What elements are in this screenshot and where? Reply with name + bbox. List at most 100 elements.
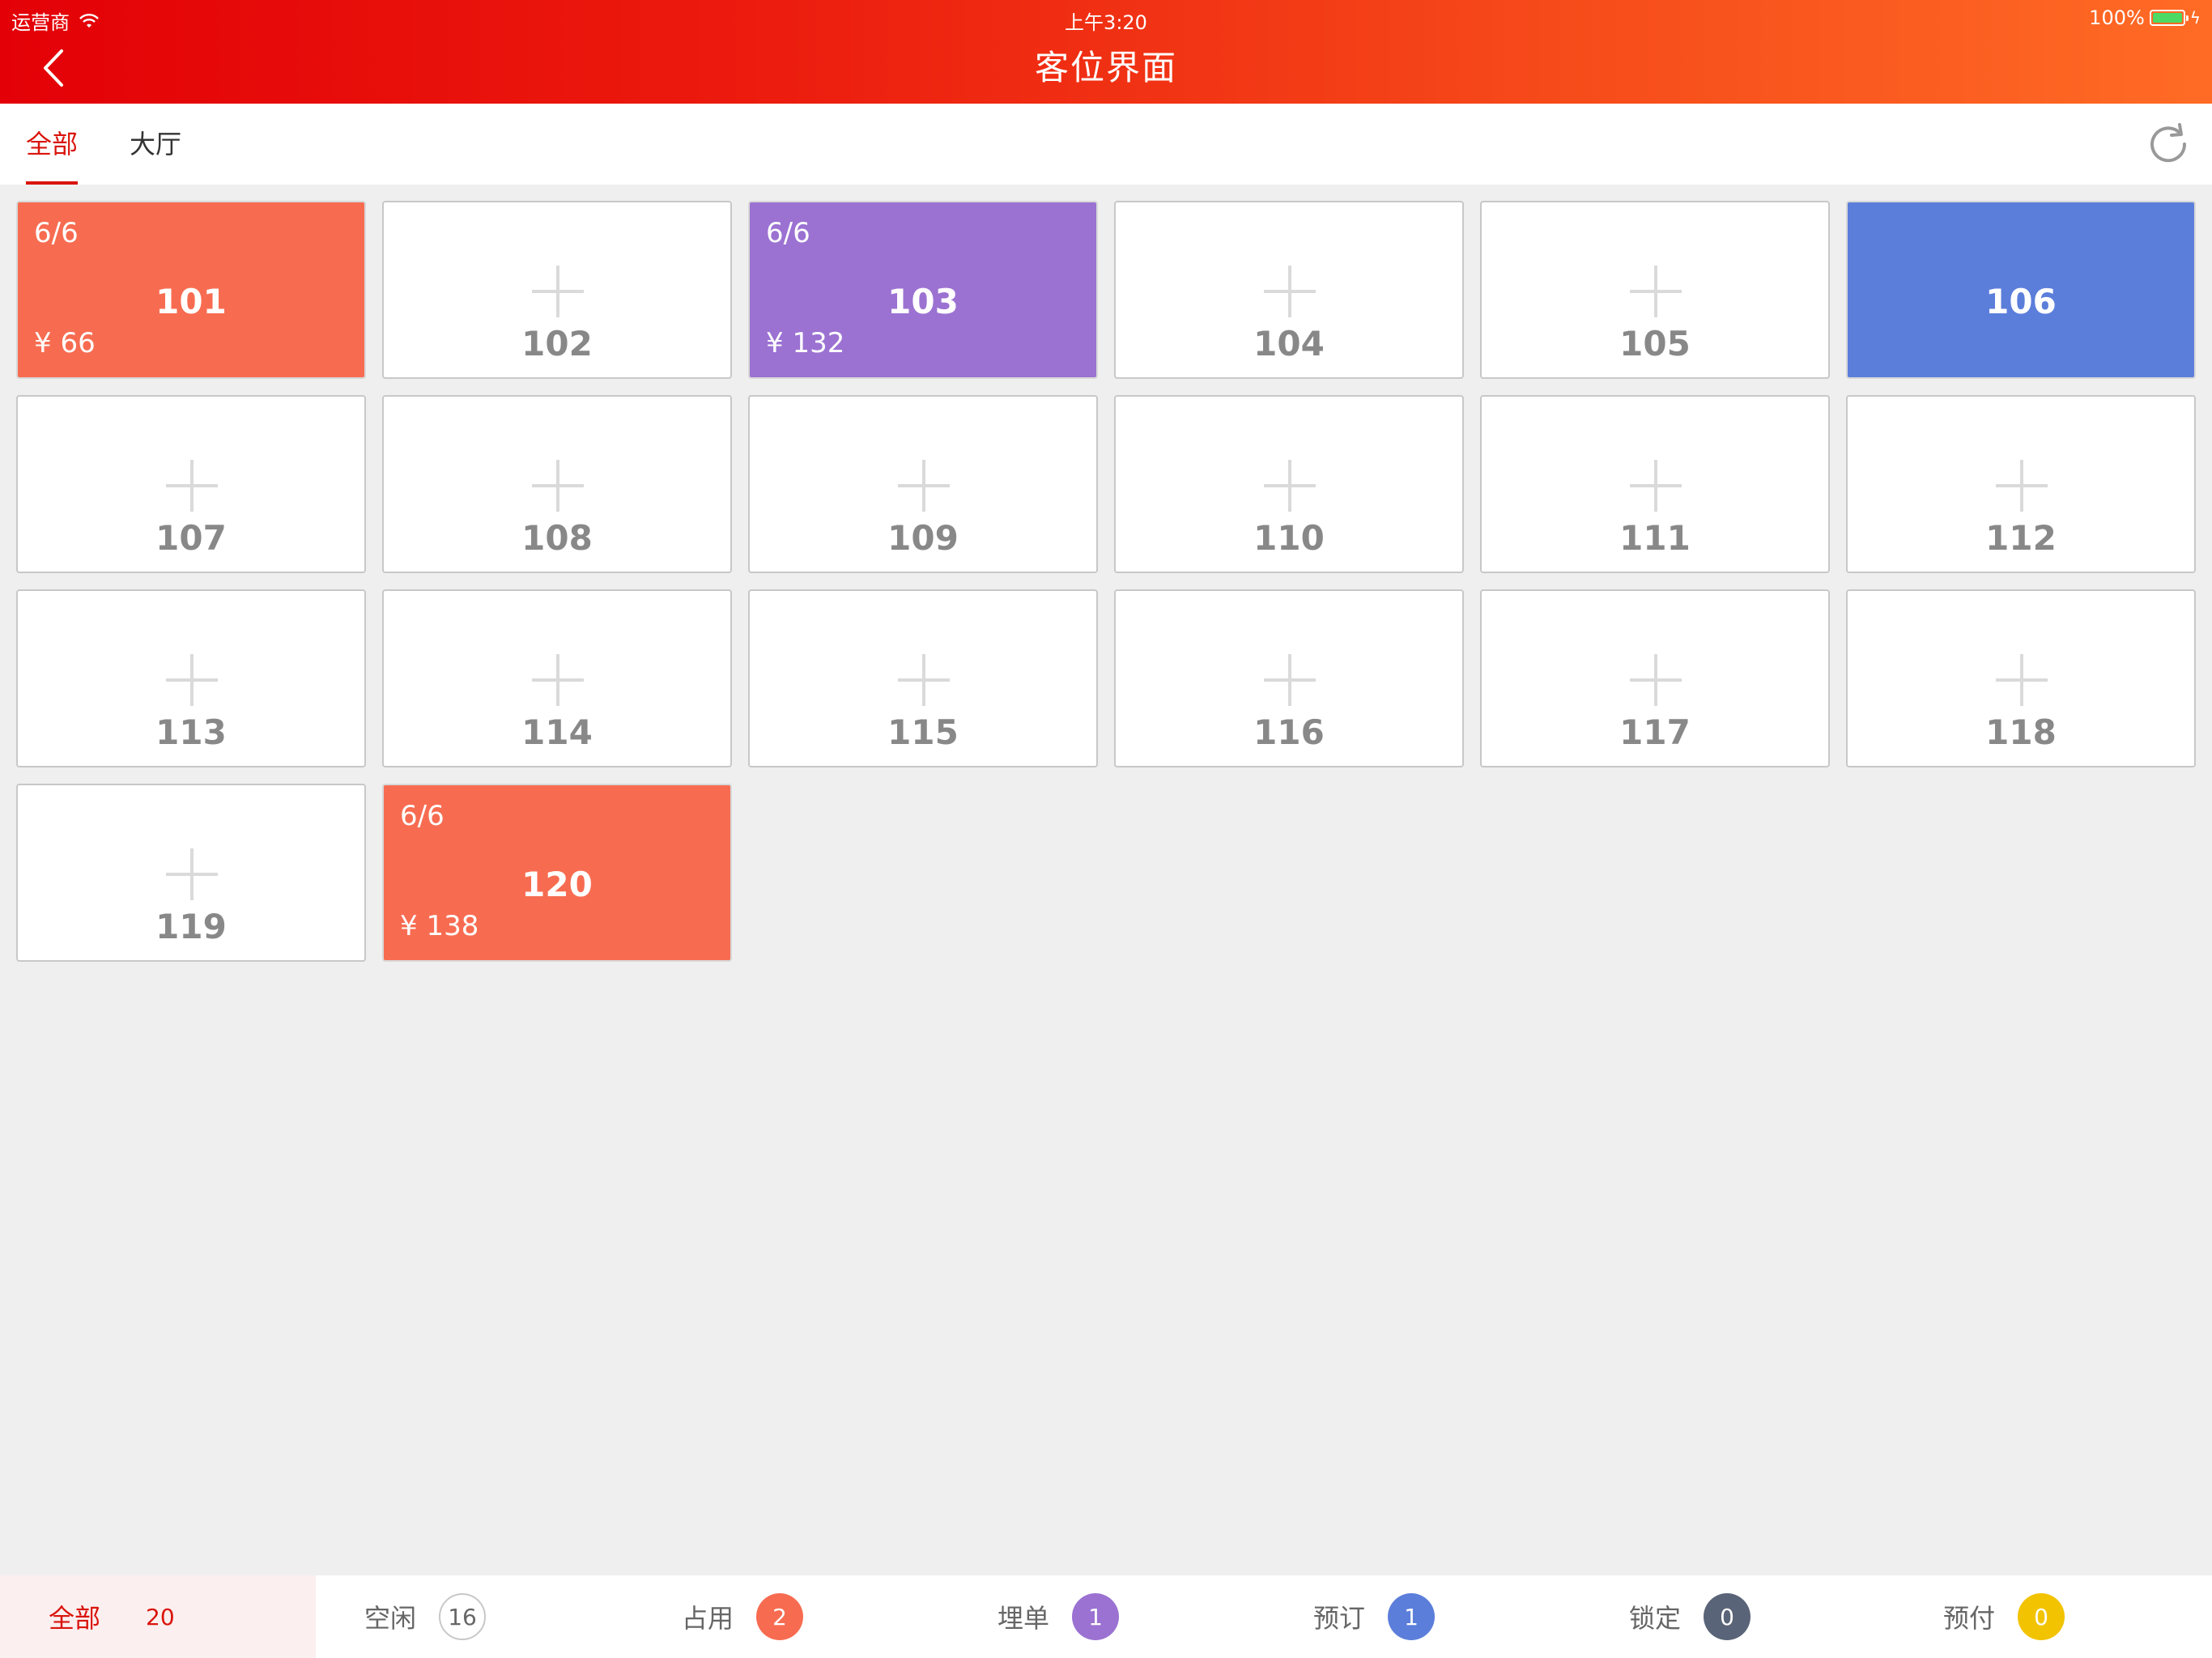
summary-locked[interactable]: 锁定 0 — [1629, 1575, 1751, 1658]
table-number: 109 — [887, 518, 959, 558]
battery-icon — [2149, 10, 2189, 26]
area-tabs: 全部 大厅 — [0, 104, 2212, 185]
plus-icon — [1264, 654, 1316, 706]
table-card-107[interactable]: 107 — [16, 395, 366, 573]
battery-percent: 100% — [2089, 6, 2145, 29]
plus-icon — [166, 460, 218, 512]
plus-icon — [898, 460, 950, 512]
table-card-119[interactable]: 119 — [16, 784, 366, 962]
table-card-118[interactable]: 118 — [1846, 589, 2196, 767]
table-card-120[interactable]: 6/6 120 ¥ 138 — [382, 784, 732, 962]
table-number: 118 — [1985, 712, 2057, 752]
table-amount: ¥ 138 — [400, 910, 479, 942]
guest-count: 6/6 — [34, 217, 79, 249]
plus-icon — [898, 654, 950, 706]
table-number: 115 — [887, 712, 959, 752]
charging-icon: ϟ — [2189, 8, 2201, 28]
table-number: 120 — [521, 865, 593, 904]
header-bar: 运营商 上午3:20 100% ϟ 客位界面 — [0, 0, 2212, 104]
plus-icon — [1264, 266, 1316, 317]
table-number: 114 — [521, 712, 593, 752]
count-badge: 16 — [439, 1593, 487, 1640]
summary-label: 全部 — [49, 1603, 101, 1634]
plus-icon — [532, 654, 584, 706]
summary-label: 锁定 — [1629, 1603, 1682, 1634]
summary-label: 预付 — [1943, 1603, 1996, 1634]
summary-label: 空闲 — [364, 1603, 417, 1634]
tab-label: 大厅 — [130, 129, 182, 159]
plus-icon — [166, 848, 218, 900]
plus-icon — [1630, 266, 1682, 317]
tab-hall[interactable]: 大厅 — [130, 104, 181, 185]
summary-reserved[interactable]: 预订 1 — [1313, 1575, 1436, 1658]
plus-icon — [1630, 654, 1682, 706]
table-card-117[interactable]: 117 — [1480, 589, 1830, 767]
plus-icon — [532, 266, 584, 317]
table-card-113[interactable]: 113 — [16, 589, 366, 767]
plus-icon — [166, 654, 218, 706]
summary-occupied[interactable]: 占用 2 — [682, 1575, 804, 1658]
summary-free[interactable]: 空闲 16 — [364, 1575, 487, 1658]
plus-icon — [1996, 654, 2048, 706]
table-card-110[interactable]: 110 — [1114, 395, 1464, 573]
table-number: 117 — [1619, 712, 1691, 752]
table-card-111[interactable]: 111 — [1480, 395, 1830, 573]
count-badge: 0 — [1704, 1593, 1751, 1640]
summary-bill[interactable]: 埋单 1 — [998, 1575, 1120, 1658]
table-number: 103 — [887, 282, 959, 321]
table-number: 113 — [155, 712, 227, 752]
table-number: 101 — [155, 282, 227, 321]
summary-count: 20 — [146, 1603, 175, 1630]
tab-all[interactable]: 全部 — [26, 104, 79, 185]
count-badge: 1 — [1072, 1593, 1120, 1640]
table-number: 106 — [1985, 282, 2057, 321]
count-badge: 1 — [1388, 1593, 1436, 1640]
summary-prepaid[interactable]: 预付 0 — [1943, 1575, 2065, 1658]
plus-icon — [1996, 460, 2048, 512]
table-amount: ¥ 132 — [766, 327, 845, 359]
plus-icon — [532, 460, 584, 512]
table-card-116[interactable]: 116 — [1114, 589, 1464, 767]
plus-icon — [1264, 460, 1316, 512]
table-number: 119 — [155, 907, 227, 946]
table-card-104[interactable]: 104 — [1114, 201, 1464, 379]
status-bar: 运营商 上午3:20 100% ϟ — [0, 3, 2212, 36]
active-tab-indicator — [26, 181, 79, 185]
page-title: 客位界面 — [1034, 48, 1177, 87]
summary-label: 预订 — [1313, 1603, 1366, 1634]
summary-label: 占用 — [682, 1603, 734, 1634]
table-number: 107 — [155, 518, 227, 558]
tab-label: 全部 — [26, 129, 79, 159]
table-card-102[interactable]: 102 — [382, 201, 732, 379]
table-card-115[interactable]: 115 — [748, 589, 1098, 767]
table-card-112[interactable]: 112 — [1846, 395, 2196, 573]
table-card-103[interactable]: 6/6 103 ¥ 132 — [748, 201, 1098, 379]
clock: 上午3:20 — [1065, 11, 1147, 34]
table-card-108[interactable]: 108 — [382, 395, 732, 573]
table-number: 110 — [1253, 518, 1325, 558]
table-number: 111 — [1619, 518, 1691, 558]
summary-all[interactable]: 全部 20 — [0, 1575, 316, 1658]
guest-count: 6/6 — [766, 217, 810, 249]
count-badge: 0 — [2018, 1593, 2065, 1640]
table-card-114[interactable]: 114 — [382, 589, 732, 767]
table-amount: ¥ 66 — [34, 327, 96, 359]
guest-count: 6/6 — [400, 800, 445, 832]
table-card-101[interactable]: 6/6 101 ¥ 66 — [16, 201, 366, 379]
battery-status: 100% ϟ — [2089, 6, 2201, 29]
table-number: 116 — [1253, 712, 1325, 752]
refresh-icon[interactable] — [2144, 120, 2193, 168]
table-number: 108 — [521, 518, 593, 558]
table-number: 112 — [1985, 518, 2057, 558]
count-badge: 2 — [756, 1593, 804, 1640]
summary-label: 埋单 — [998, 1603, 1050, 1634]
table-number: 104 — [1253, 324, 1325, 363]
status-summary-bar: 全部 20 空闲 16 占用 2 埋单 1 预订 1 锁定 0 预付 0 — [0, 1575, 2212, 1658]
table-status-screen: 运营商 上午3:20 100% ϟ 客位界面 全部 大厅 6/6 101 ¥ 6… — [0, 0, 2212, 1658]
table-number: 102 — [521, 324, 593, 363]
plus-icon — [1630, 460, 1682, 512]
table-card-109[interactable]: 109 — [748, 395, 1098, 573]
table-number: 105 — [1619, 324, 1691, 363]
table-card-105[interactable]: 105 — [1480, 201, 1830, 379]
table-card-106[interactable]: 106 — [1846, 201, 2196, 379]
